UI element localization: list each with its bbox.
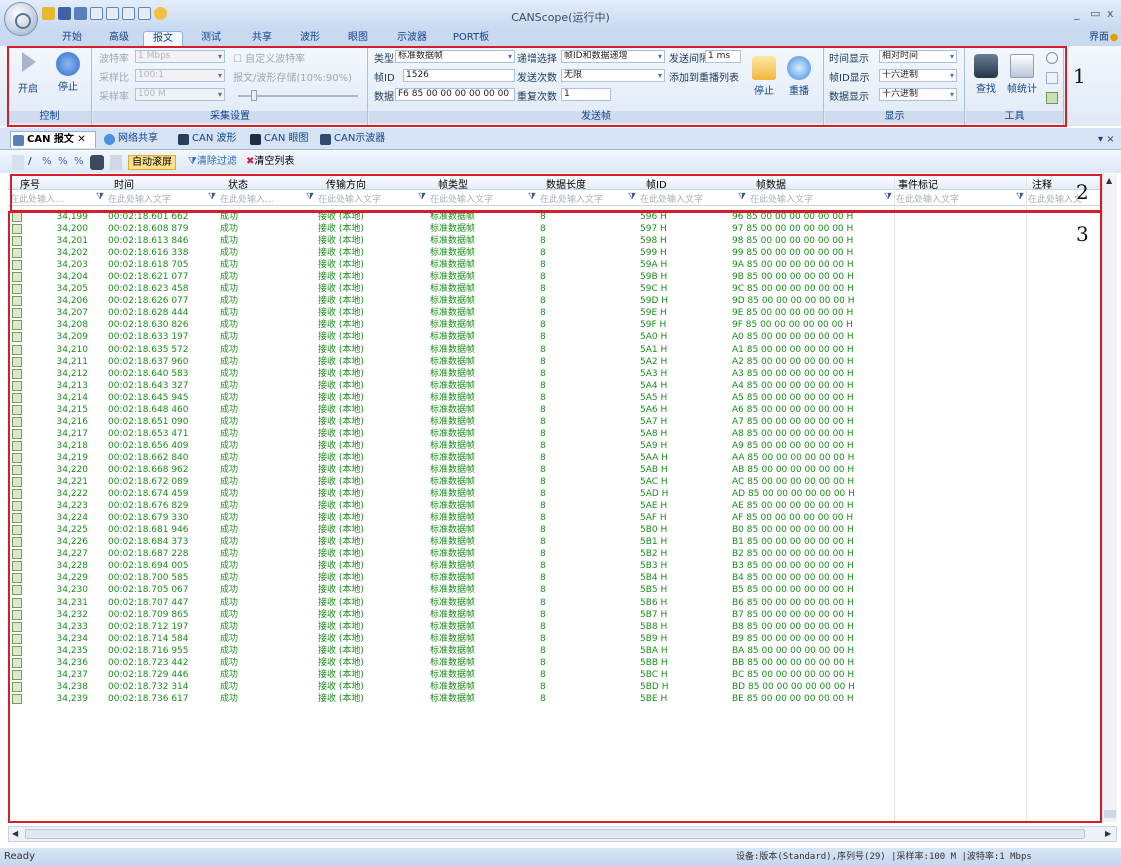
document-tabs [0, 128, 1121, 150]
close-button[interactable]: x [1107, 7, 1114, 20]
horizontal-scrollbar[interactable]: ◀ ▶ [8, 826, 1117, 842]
status-bar: Ready 设备:版本(Standard),序列号(29) |采样率:100 M… [0, 848, 1121, 866]
status-device-info: 设备:版本(Standard),序列号(29) |采样率:100 M |波特率:… [736, 852, 1032, 862]
restore-button[interactable]: ▭ [1090, 7, 1100, 20]
highlight-box-2 [10, 174, 1102, 212]
doctab-can-eye-label: CAN 眼图 [264, 133, 309, 144]
clear-list-label: 清空列表 [254, 156, 295, 167]
tab-share[interactable]: 共享 [246, 31, 278, 46]
scroll-up-icon[interactable]: ▲ [1106, 176, 1112, 185]
status-ready: Ready [4, 851, 36, 862]
doctab-network-share[interactable]: 网络共享 [102, 131, 158, 148]
scroll-thumb[interactable] [1104, 810, 1116, 818]
close-tab-icon[interactable]: ✕ [77, 134, 85, 145]
tab-message[interactable]: 报文 [143, 31, 183, 46]
doctab-can-message-label: CAN 报文 [27, 134, 74, 145]
table-icon [13, 135, 24, 146]
help-icon[interactable]: ● [1108, 31, 1120, 46]
title-bar: CANScope(运行中) _ ▭ x [0, 0, 1121, 30]
filter-pct-icon-2[interactable]: % [58, 155, 68, 170]
copy-icon[interactable] [12, 155, 24, 170]
filter-pct-icon-3[interactable]: % [74, 155, 84, 170]
minimize-button[interactable]: _ [1074, 7, 1080, 20]
filter-pct-icon-1[interactable]: % [42, 155, 52, 170]
doctab-can-eye[interactable]: CAN 眼图 [248, 131, 308, 148]
panel-menu-icon[interactable]: ▾ × [1098, 134, 1115, 145]
tab-start[interactable]: 开始 [56, 31, 88, 46]
highlight-box-1 [7, 46, 1067, 127]
network-icon [104, 134, 115, 145]
doctab-network-share-label: 网络共享 [118, 133, 158, 144]
doctab-can-waveform-label: CAN 波形 [192, 133, 237, 144]
callout-2: 2 [1076, 180, 1089, 204]
tab-test[interactable]: 测试 [195, 31, 227, 46]
scroll-right-icon[interactable]: ▶ [1105, 829, 1111, 838]
tab-eye[interactable]: 眼图 [342, 31, 374, 46]
doctab-can-oscilloscope[interactable]: CAN示波器 [318, 131, 385, 148]
edit-icon[interactable]: / [28, 155, 32, 170]
auto-scroll-button[interactable]: 自动滚屏 [128, 155, 176, 170]
clear-filter-button[interactable]: ⧩清除过滤 [188, 155, 237, 170]
tab-port-board[interactable]: PORT板 [448, 31, 494, 46]
tab-advanced[interactable]: 高级 [103, 31, 135, 46]
oscilloscope-icon [320, 134, 331, 145]
auto-scroll-label: 自动滚屏 [132, 157, 172, 168]
horizontal-scroll-thumb[interactable] [25, 829, 1085, 839]
waveform-icon [178, 134, 189, 145]
callout-3: 3 [1076, 222, 1089, 246]
highlight-box-3 [8, 211, 1102, 823]
list-icon[interactable] [110, 155, 122, 170]
vertical-scrollbar[interactable]: ▲ [1102, 174, 1117, 822]
callout-1: 1 [1073, 64, 1086, 88]
doctab-can-message[interactable]: CAN 报文 ✕ [10, 131, 96, 148]
doctab-can-waveform[interactable]: CAN 波形 [176, 131, 236, 148]
scroll-left-icon[interactable]: ◀ [12, 829, 18, 838]
app-orb-button[interactable] [4, 2, 38, 36]
window-title: CANScope(运行中) [511, 11, 610, 24]
tab-oscilloscope[interactable]: 示波器 [392, 31, 432, 46]
clear-filter-label: 清除过滤 [196, 156, 237, 167]
eye-icon [250, 134, 261, 145]
find-small-icon[interactable] [90, 155, 104, 170]
doctab-can-oscilloscope-label: CAN示波器 [334, 133, 386, 144]
clear-list-button[interactable]: ✖清空列表 [246, 155, 294, 170]
tab-waveform[interactable]: 波形 [294, 31, 326, 46]
